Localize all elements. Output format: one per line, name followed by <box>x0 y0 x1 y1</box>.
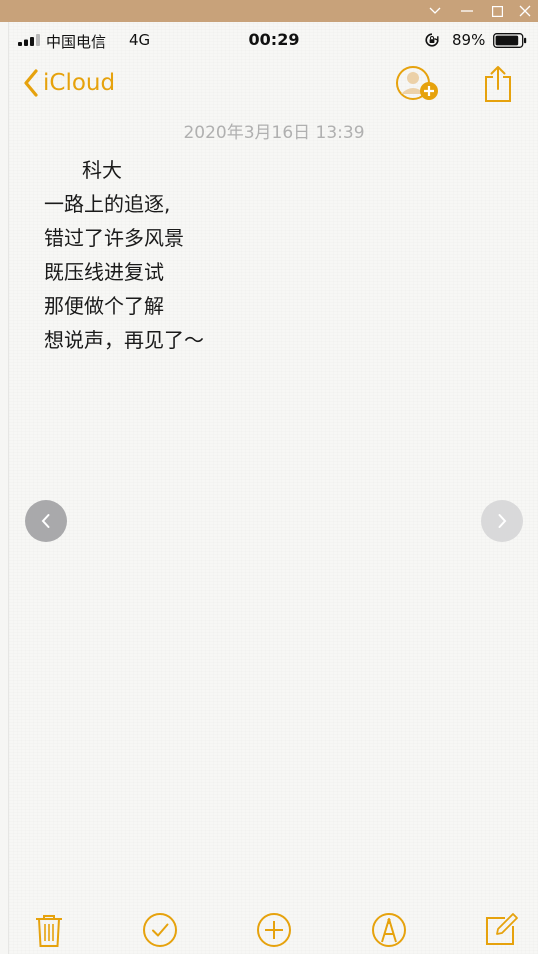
chevron-left-icon <box>24 69 38 97</box>
checklist-icon[interactable] <box>142 912 178 948</box>
chevron-right-icon <box>498 514 507 528</box>
note-date: 2020年3月16日 13:39 <box>183 123 365 143</box>
compose-icon[interactable] <box>483 912 519 948</box>
window-title-bar <box>0 0 538 22</box>
note-line: 错过了许多风景 <box>44 226 184 250</box>
note-line: 那便做个了解 <box>44 294 164 318</box>
note-line: 想说声，再见了～ <box>44 328 204 352</box>
back-button[interactable]: iCloud <box>23 66 115 100</box>
rotation-lock-icon <box>425 33 439 47</box>
share-icon[interactable] <box>482 64 514 104</box>
close-icon[interactable] <box>510 0 538 22</box>
trash-icon[interactable] <box>31 912 67 948</box>
chevron-left-icon <box>41 514 50 528</box>
next-page-button[interactable] <box>481 500 523 542</box>
maximize-icon[interactable] <box>482 0 512 22</box>
note-title-line: 科大 <box>82 158 122 182</box>
phone-screen: 中国电信 4G 00:29 89% iCloud 2020年3月16日 13:3… <box>8 22 538 954</box>
navigation-bar: iCloud <box>9 58 538 108</box>
add-icon[interactable] <box>256 912 292 948</box>
battery-percent: 89% <box>452 31 486 49</box>
chevron-down-icon[interactable] <box>420 0 450 22</box>
add-person-icon[interactable] <box>393 64 443 104</box>
battery-icon <box>493 33 527 48</box>
back-button-label: iCloud <box>43 70 116 96</box>
note-line: 既压线进复试 <box>44 260 164 284</box>
bottom-toolbar <box>9 902 538 954</box>
note-body[interactable]: 科大 一路上的追逐, 错过了许多风景 既压线进复试 那便做个了解 想说声，再见了… <box>44 153 504 357</box>
minimize-icon[interactable] <box>452 0 482 22</box>
previous-page-button[interactable] <box>25 500 67 542</box>
note-line: 一路上的追逐, <box>44 192 171 216</box>
markup-icon[interactable] <box>371 912 407 948</box>
status-bar: 中国电信 4G 00:29 89% <box>9 22 538 58</box>
